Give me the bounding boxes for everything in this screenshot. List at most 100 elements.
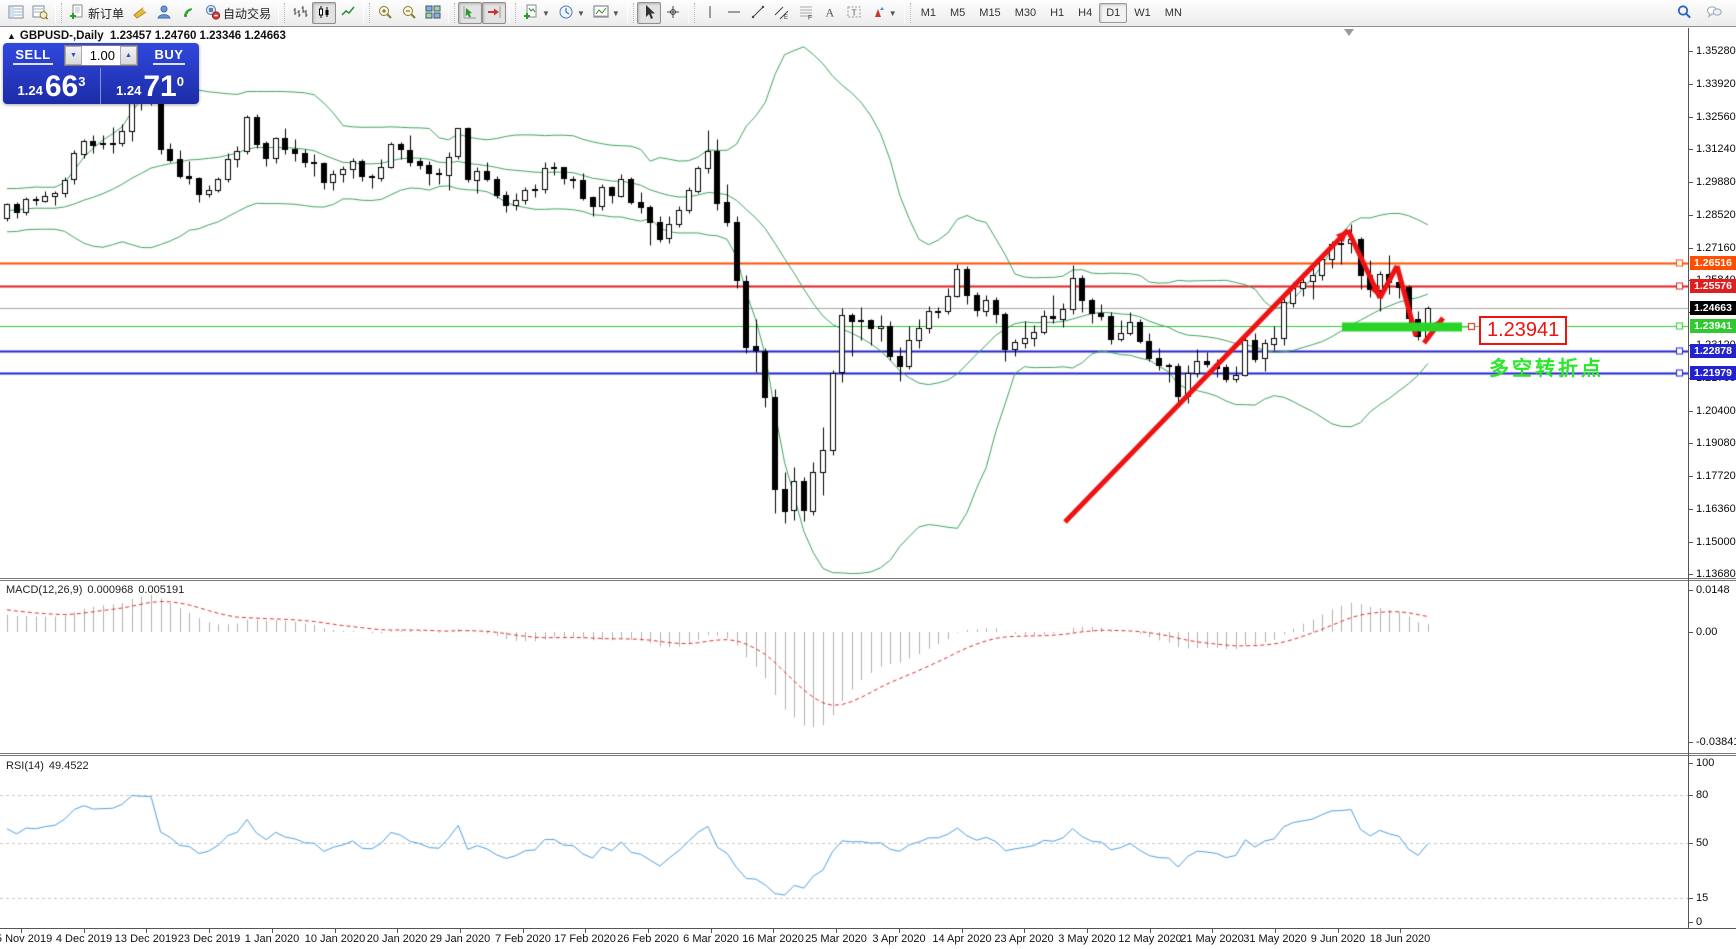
text-button[interactable]: A (818, 2, 842, 24)
tile-windows-button[interactable] (421, 2, 445, 24)
price-line-tag[interactable]: 1.23941 (1690, 319, 1736, 333)
timeframe-h4-button[interactable]: H4 (1071, 3, 1099, 23)
volume-input[interactable]: 1.00 (82, 46, 120, 65)
timeframe-m30-button[interactable]: M30 (1008, 3, 1043, 23)
chevron-down-icon[interactable]: ▼ (542, 9, 550, 18)
price-line-tag[interactable]: 1.25576 (1690, 279, 1736, 293)
periods-button[interactable]: ▼ (554, 2, 589, 24)
chevron-down-icon[interactable]: ▼ (889, 9, 897, 18)
timeframe-m5-button[interactable]: M5 (943, 3, 972, 23)
price-axis-tick (1688, 509, 1693, 510)
bar-chart-mode-button[interactable] (288, 2, 312, 24)
pane-separator[interactable] (0, 578, 1736, 581)
price-axis-tick-label: 1.32560 (1696, 111, 1736, 123)
sell-button[interactable]: SELL (3, 43, 63, 68)
tile-icon (425, 4, 441, 23)
chat-button[interactable] (1702, 2, 1726, 24)
line-chart-mode-button[interactable] (336, 2, 360, 24)
macd-axis-tick (1688, 590, 1693, 591)
toolbar-separator (363, 3, 371, 23)
sell-price[interactable]: 1.24 66 3 (3, 68, 101, 104)
price-axis-tick-label: 1.15000 (1696, 536, 1736, 548)
date-axis-label: 31 May 2020 (1243, 933, 1307, 945)
rsi-pane-canvas[interactable] (0, 757, 1688, 928)
price-chart-canvas[interactable] (0, 28, 1688, 578)
community-button[interactable] (152, 2, 176, 24)
svg-text:A: A (825, 5, 834, 19)
price-axis-tick-label: 1.13680 (1696, 568, 1736, 580)
fibo-icon: F (798, 4, 814, 23)
cursor-icon (641, 4, 657, 23)
price-axis-tick (1688, 182, 1693, 183)
volume-increase-button[interactable]: ▲ (120, 46, 137, 65)
date-axis-label: 23 Apr 2020 (994, 933, 1054, 945)
zoom-in-button[interactable] (373, 2, 397, 24)
rsi-axis-tick (1688, 763, 1693, 764)
trendline-button[interactable] (746, 2, 770, 24)
price-axis-tick-label: 1.17720 (1696, 470, 1736, 482)
turning-point-note[interactable]: 多空转折点 (1489, 352, 1604, 381)
chart-window[interactable]: ▲ GBPUSD-,Daily 1.23457 1.24760 1.23346 1… (0, 27, 1736, 949)
chart-shift-button[interactable] (482, 2, 507, 24)
vertical-line-button[interactable] (698, 2, 722, 24)
arrows-button[interactable]: ▼ (866, 2, 901, 24)
macd-pane-canvas[interactable] (0, 581, 1688, 752)
price-axis-tick-label: 1.16360 (1696, 503, 1736, 515)
chart-title: ▲ GBPUSD-,Daily 1.23457 1.24760 1.23346 1… (7, 30, 286, 42)
price-line-tag[interactable]: 1.26516 (1690, 256, 1736, 270)
chevron-down-icon[interactable]: ▼ (612, 9, 620, 18)
notification-button[interactable] (128, 2, 152, 24)
timeframe-d1-button[interactable]: D1 (1099, 3, 1128, 23)
price-line-tag[interactable]: 1.22878 (1690, 344, 1736, 358)
date-axis-label: 7 Feb 2020 (495, 933, 551, 945)
price-axis-tick (1688, 574, 1693, 575)
auto-scroll-button[interactable] (458, 2, 483, 24)
price-axis-tick-label: 1.29880 (1696, 176, 1736, 188)
search-icon (1676, 4, 1692, 23)
timeframe-w1-button[interactable]: W1 (1127, 3, 1158, 23)
price-callout-label[interactable]: 1.23941 (1479, 316, 1568, 345)
templates-button[interactable]: ▼ (589, 2, 624, 24)
date-axis-label: 16 Mar 2020 (742, 933, 804, 945)
signals-button[interactable] (176, 2, 200, 24)
date-axis-label: 9 Jun 2020 (1310, 933, 1366, 945)
timeframe-m1-button[interactable]: M1 (914, 3, 943, 23)
data-window-button[interactable] (28, 2, 52, 24)
fibonacci-button[interactable]: F (794, 2, 818, 24)
timeframe-mn-button[interactable]: MN (1158, 3, 1189, 23)
macd-axis-tick-label: 0.0148 (1696, 584, 1730, 596)
auto-trading-label: 自动交易 (223, 6, 272, 21)
price-line-tag[interactable]: 1.21979 (1690, 366, 1736, 380)
buy-button[interactable]: BUY (139, 43, 199, 68)
text-label-button[interactable]: T (842, 2, 866, 24)
crosshair-button[interactable] (661, 2, 685, 24)
timeframe-h1-button[interactable]: H1 (1043, 3, 1071, 23)
horizontal-line-button[interactable] (722, 2, 746, 24)
date-axis-label: 20 Jan 2020 (366, 933, 428, 945)
rsi-axis-tick (1688, 898, 1693, 899)
toolbar-separator (626, 3, 634, 23)
chevron-down-icon[interactable]: ▼ (577, 9, 585, 18)
hline-icon (726, 4, 742, 23)
candle-chart-mode-button[interactable] (312, 2, 337, 24)
cursor-button[interactable] (636, 2, 661, 24)
timeframe-m15-button[interactable]: M15 (972, 3, 1007, 23)
arrows-icon (870, 4, 886, 23)
search-button[interactable] (1672, 2, 1696, 24)
one-click-collapse-icon[interactable]: ▲ (7, 31, 16, 41)
date-axis-label: 18 Jun 2020 (1369, 933, 1431, 945)
new-order-button[interactable]: 新订单 (65, 2, 128, 24)
zoom-out-button[interactable] (397, 2, 421, 24)
chart-shift-marker[interactable] (1344, 29, 1354, 36)
price-axis-tick-label: 1.19080 (1696, 437, 1736, 449)
pane-separator[interactable] (0, 753, 1736, 756)
volume-decrease-button[interactable]: ▼ (65, 46, 82, 65)
buy-price[interactable]: 1.24 71 0 (101, 68, 199, 104)
auto-trading-button[interactable]: 自动交易 (200, 2, 275, 24)
indicators-button[interactable]: ▼ (519, 2, 554, 24)
market-watch-button[interactable] (4, 2, 28, 24)
equidistant-channel-button[interactable]: E (770, 2, 794, 24)
market-watch-icon (8, 4, 24, 23)
date-axis-label: 25 Nov 2019 (0, 933, 53, 945)
svg-text:T: T (851, 7, 856, 17)
